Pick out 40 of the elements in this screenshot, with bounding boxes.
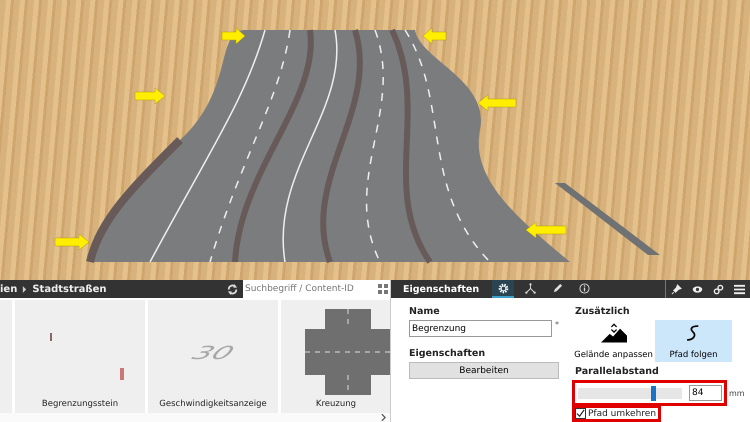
unit-label: mm bbox=[729, 388, 745, 398]
option-button[interactable]: Gelände anpassen bbox=[575, 320, 652, 362]
breadcrumb-item[interactable]: Stadtstraßen bbox=[32, 284, 107, 294]
edit-button[interactable]: Bearbeiten bbox=[409, 362, 559, 379]
terrain-icon bbox=[600, 323, 626, 343]
panel-title: Eigenschaften bbox=[403, 284, 480, 294]
chevron-right-icon[interactable] bbox=[381, 414, 386, 421]
grid-view-icon[interactable] bbox=[378, 284, 388, 294]
catalog-item[interactable]: Kreuzung bbox=[281, 300, 390, 413]
slider[interactable] bbox=[578, 388, 682, 398]
refresh-icon[interactable] bbox=[227, 284, 238, 294]
pin-icon[interactable] bbox=[671, 284, 682, 294]
item-label: Kreuzung bbox=[316, 399, 356, 409]
search-field[interactable]: Suchbegriff / Content-ID bbox=[243, 280, 390, 298]
name-field[interactable]: Begrenzung bbox=[409, 320, 552, 337]
link-icon[interactable] bbox=[713, 284, 724, 294]
eye-icon[interactable] bbox=[692, 284, 703, 294]
road-marking: 30 bbox=[188, 342, 238, 364]
field-label: Name bbox=[409, 306, 441, 317]
catalog-item[interactable]: 30 Geschwindigkeitsanzeige bbox=[148, 300, 278, 413]
item-label: Geschwindigkeitsanzeige bbox=[159, 399, 267, 409]
nodes-icon bbox=[524, 282, 536, 294]
pen-icon bbox=[552, 282, 563, 294]
breadcrumb-item[interactable]: ien bbox=[0, 284, 18, 294]
section-label: Eigenschaften bbox=[409, 348, 486, 359]
reverse-checkbox[interactable]: Pfad umkehren bbox=[575, 408, 658, 419]
tab[interactable] bbox=[492, 280, 514, 298]
offset-field[interactable]: 84 bbox=[689, 385, 722, 401]
section-label: Zusätzlich bbox=[575, 306, 631, 317]
info-icon bbox=[578, 282, 590, 294]
item-label: Begrenzungsstein bbox=[42, 399, 118, 409]
option-button[interactable]: Pfad folgen bbox=[655, 320, 732, 362]
checkmark-icon bbox=[576, 409, 585, 418]
gear-icon bbox=[498, 282, 509, 294]
slider-thumb[interactable] bbox=[650, 386, 656, 400]
section-label: Parallelabstand bbox=[575, 366, 660, 377]
required-mark: * bbox=[555, 320, 559, 331]
chevron-right-icon bbox=[22, 286, 28, 292]
menu-icon[interactable] bbox=[734, 284, 745, 294]
catalog-item[interactable]: Begrenzungsstein bbox=[15, 300, 145, 413]
